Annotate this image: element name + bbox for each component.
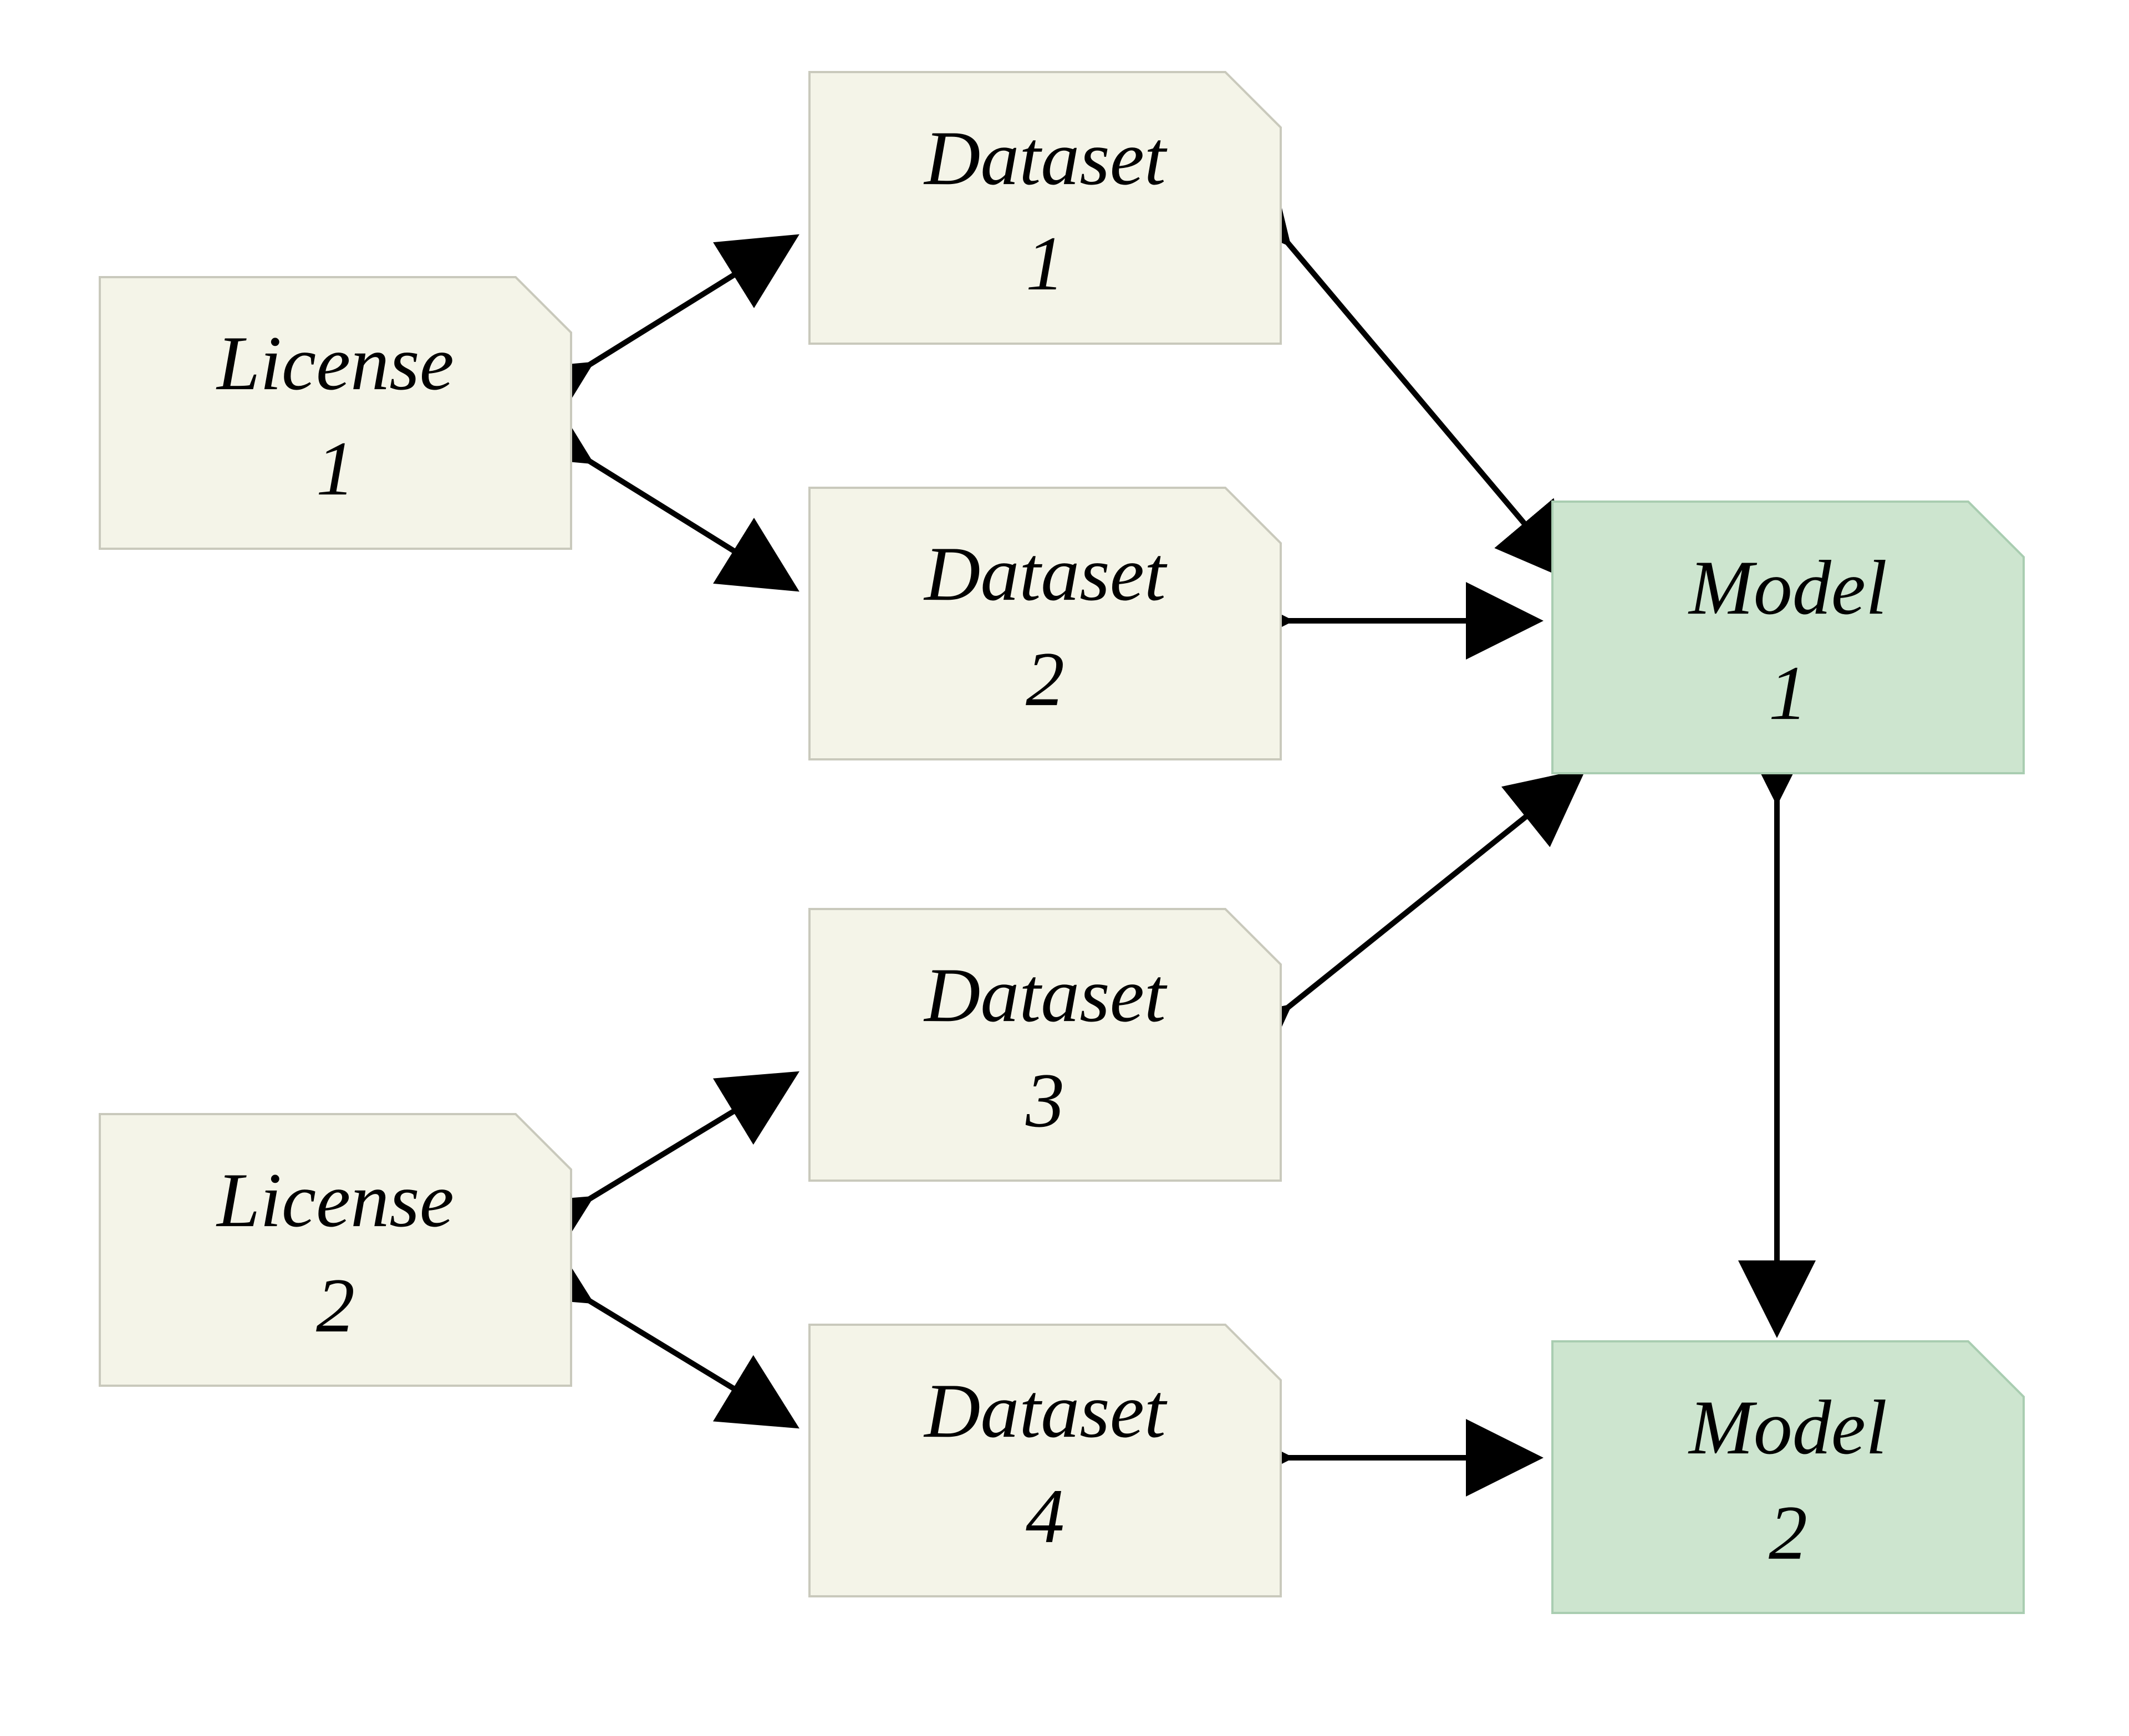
node-dataset3-label1: Dataset bbox=[923, 952, 1168, 1038]
edge-dataset1-model1 bbox=[1286, 241, 1569, 576]
node-dataset4-label2: 4 bbox=[1026, 1473, 1064, 1559]
node-dataset4-label1: Dataset bbox=[923, 1368, 1168, 1454]
edge-license2-dataset4 bbox=[588, 1300, 793, 1424]
node-dataset2: Dataset 2 bbox=[809, 488, 1281, 759]
edge-dataset3-model1 bbox=[1286, 773, 1580, 1009]
node-dataset1: Dataset 1 bbox=[809, 72, 1281, 344]
node-license1: License 1 bbox=[100, 277, 571, 549]
edge-license1-dataset2 bbox=[588, 460, 793, 588]
diagram-canvas: License 1 License 2 Dataset 1 Dataset 2 … bbox=[0, 0, 2129, 1736]
node-dataset2-label2: 2 bbox=[1026, 636, 1064, 722]
node-license2: License 2 bbox=[100, 1114, 571, 1386]
node-dataset3-label2: 3 bbox=[1025, 1058, 1064, 1143]
node-license1-label2: 1 bbox=[316, 426, 355, 512]
node-model1-label2: 1 bbox=[1769, 650, 1807, 736]
node-dataset4: Dataset 4 bbox=[809, 1325, 1281, 1596]
node-model2-label1: Model bbox=[1688, 1385, 1887, 1471]
node-license1-label1: License bbox=[216, 320, 454, 406]
node-dataset2-label1: Dataset bbox=[923, 531, 1168, 617]
node-license2-label1: License bbox=[216, 1157, 454, 1243]
edge-license1-dataset1 bbox=[588, 238, 793, 366]
node-model2-label2: 2 bbox=[1769, 1490, 1807, 1576]
node-model2: Model 2 bbox=[1552, 1341, 2024, 1613]
node-dataset1-label2: 1 bbox=[1026, 221, 1064, 307]
node-model1-label1: Model bbox=[1688, 545, 1887, 631]
node-dataset3: Dataset 3 bbox=[809, 909, 1281, 1181]
node-dataset1-label1: Dataset bbox=[923, 115, 1168, 201]
edges-group bbox=[588, 238, 1777, 1458]
edge-license2-dataset3 bbox=[588, 1075, 793, 1200]
node-license2-label2: 2 bbox=[316, 1263, 355, 1349]
node-model1: Model 1 bbox=[1552, 502, 2024, 773]
